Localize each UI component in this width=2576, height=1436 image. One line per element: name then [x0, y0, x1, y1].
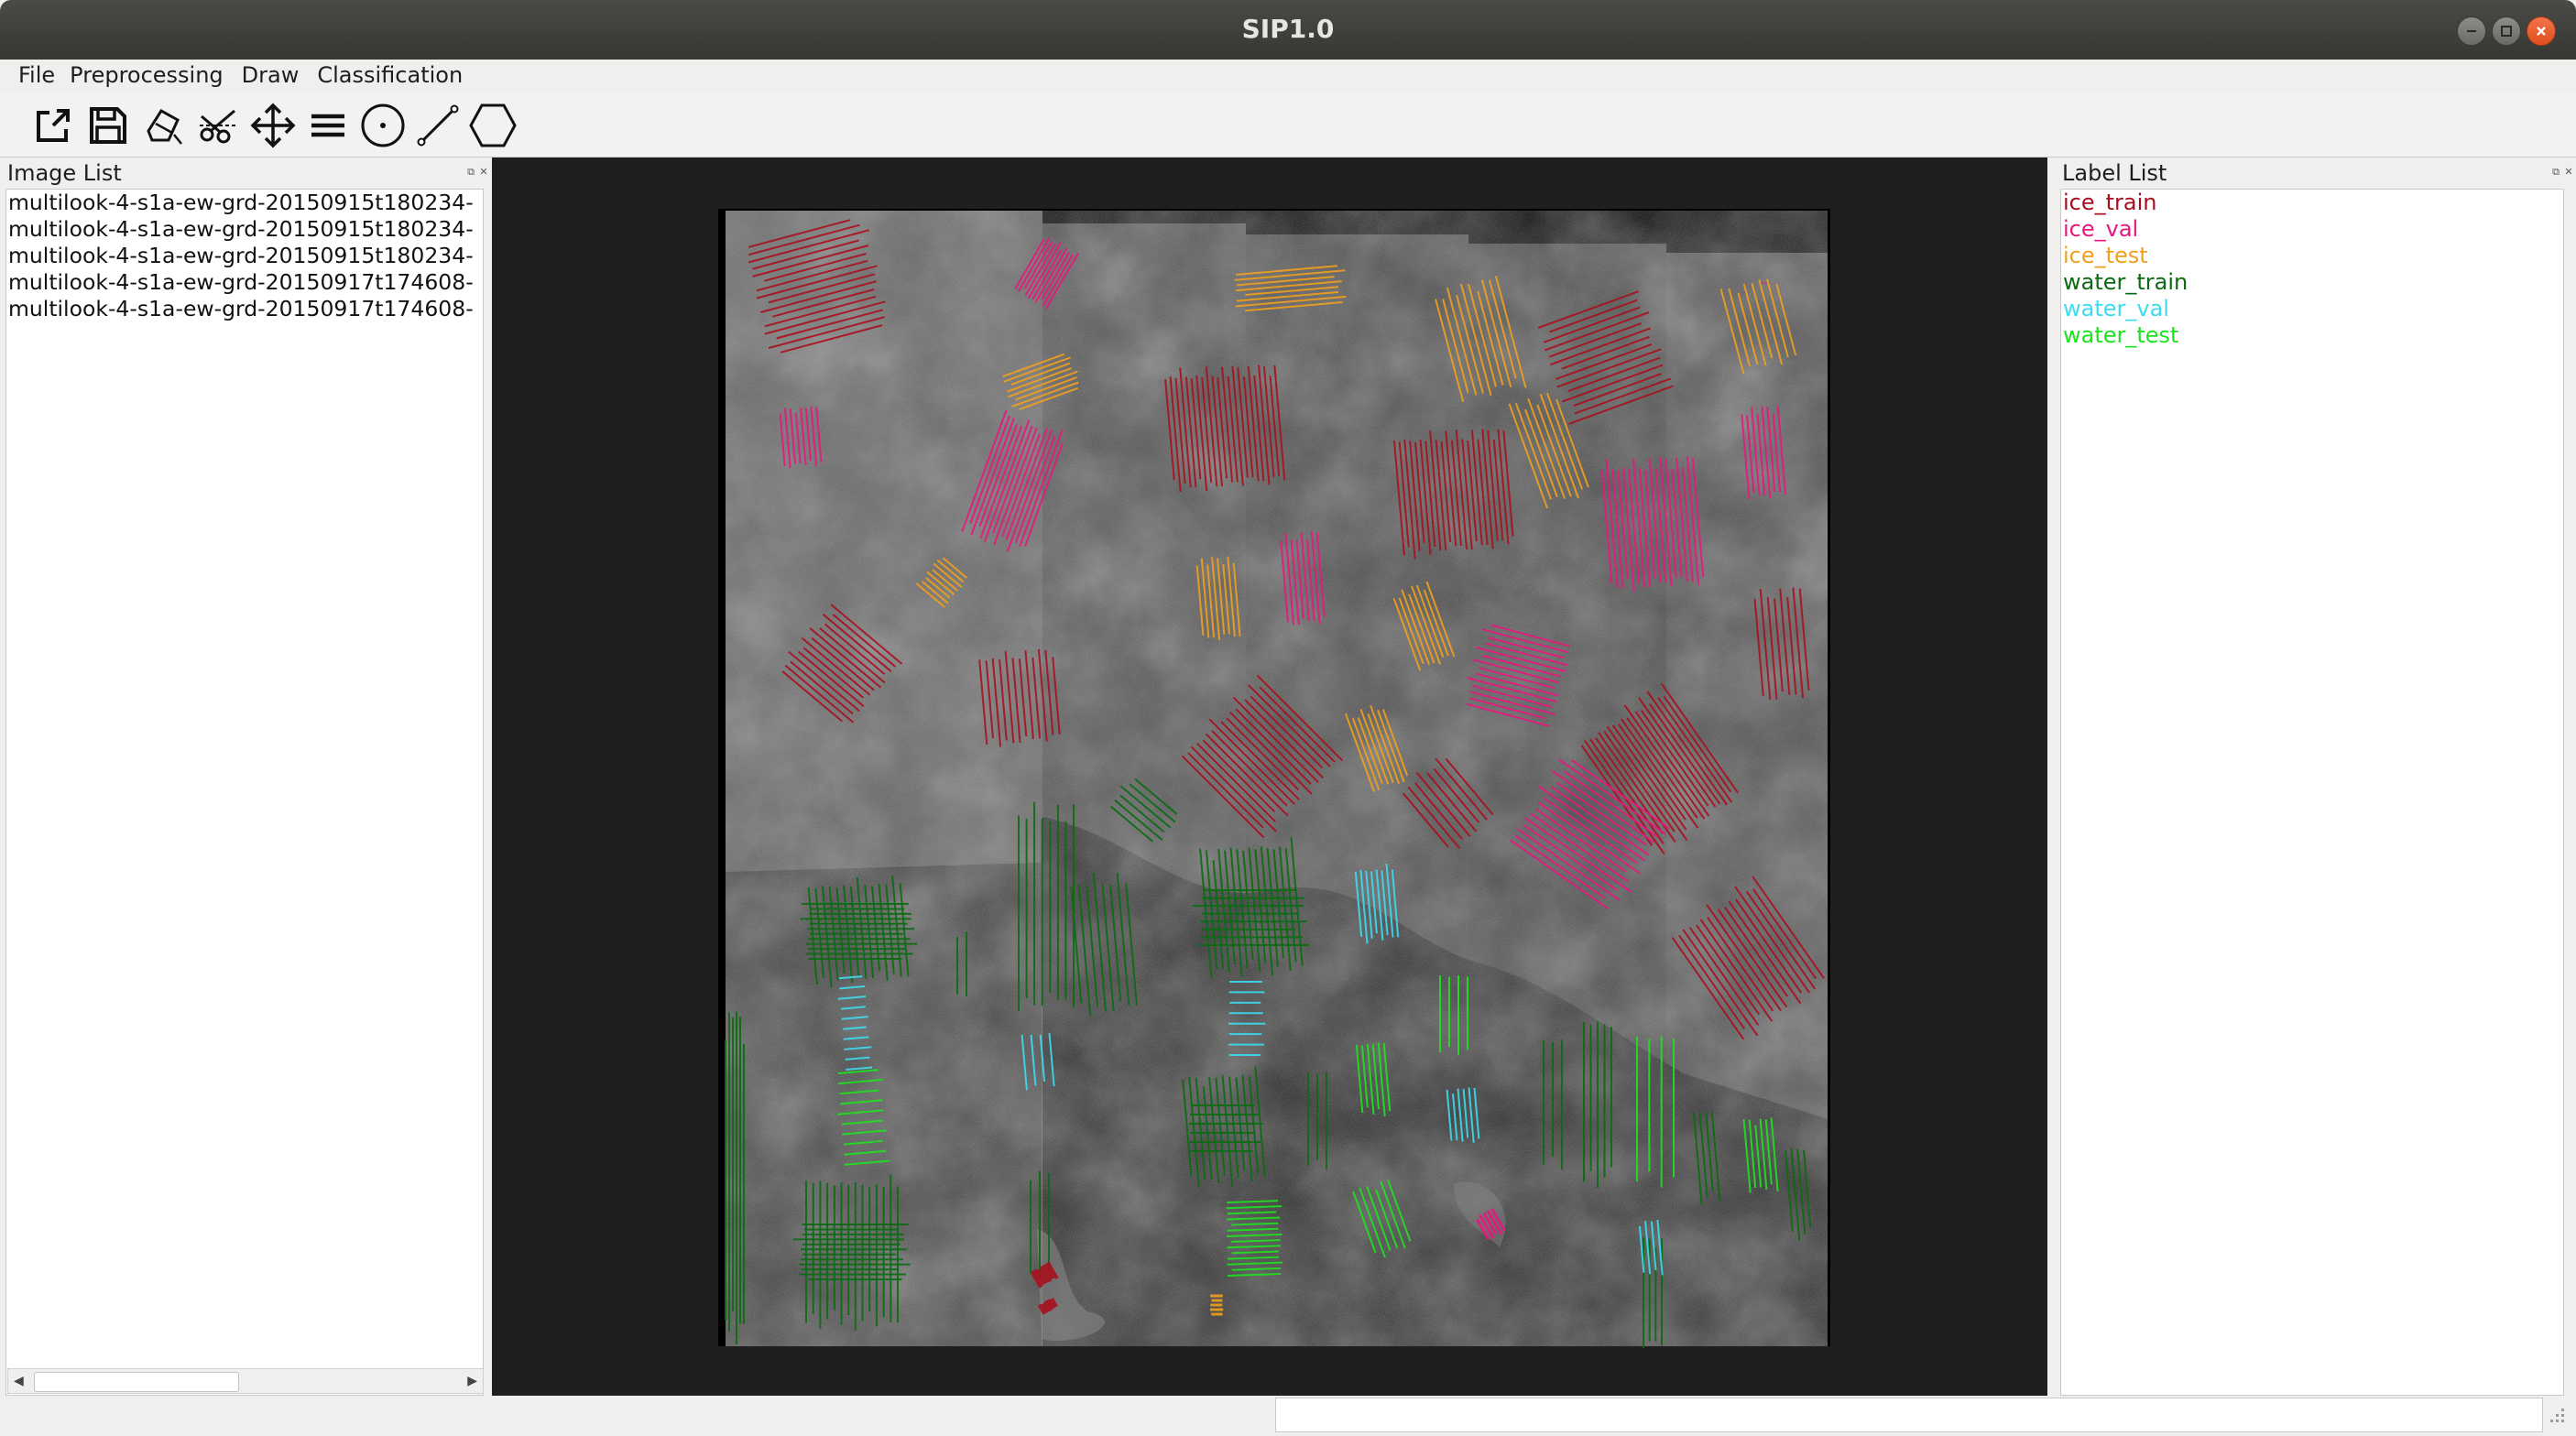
open-button[interactable] — [27, 100, 79, 151]
label-item-water-train[interactable]: water_train — [2061, 269, 2563, 296]
save-icon — [90, 107, 126, 144]
image-list[interactable]: multilook-4-s1a-ew-grd-20150915t180234- … — [5, 189, 484, 1396]
image-canvas[interactable] — [492, 158, 2047, 1396]
point-circle-icon — [361, 103, 405, 147]
image-list-title: Image List — [7, 160, 122, 186]
label-item-ice-val[interactable]: ice_val — [2061, 216, 2563, 243]
scroll-thumb[interactable] — [34, 1372, 239, 1392]
toolbar — [0, 91, 2576, 158]
float-icon[interactable]: ⧉ — [2550, 167, 2561, 178]
close-icon[interactable]: ✕ — [2563, 167, 2574, 178]
lines-button[interactable] — [302, 100, 354, 151]
minimize-icon — [2467, 30, 2476, 32]
move-button[interactable] — [247, 100, 299, 151]
list-item[interactable]: multilook-4-s1a-ew-grd-20150915t180234- — [6, 243, 483, 269]
image-list-panel: Image List ⧉ ✕ multilook-4-s1a-ew-grd-20… — [0, 158, 491, 1396]
list-item[interactable]: multilook-4-s1a-ew-grd-20150917t174608- — [6, 269, 483, 296]
maximize-button[interactable] — [2492, 16, 2521, 46]
menu-classification[interactable]: Classification — [313, 60, 477, 91]
window-title: SIP1.0 — [1241, 14, 1335, 44]
line-button[interactable] — [412, 100, 464, 151]
menu-preprocessing[interactable]: Preprocessing — [66, 60, 238, 91]
label-list[interactable]: ice_train ice_val ice_test water_train water… — [2060, 189, 2564, 1396]
menu-bar: File Preprocessing Draw Classification — [0, 60, 2576, 91]
label-item-ice-test[interactable]: ice_test — [2061, 243, 2563, 269]
cut-button[interactable] — [192, 100, 244, 151]
minimize-button[interactable] — [2457, 16, 2486, 46]
label-list-panel: Label List ⧉ ✕ ice_train ice_val ice_test w… — [2049, 158, 2576, 1396]
label-item-water-test[interactable]: water_test — [2061, 322, 2563, 349]
scroll-right-icon[interactable]: ▶ — [467, 1374, 477, 1388]
list-item[interactable]: multilook-4-s1a-ew-grd-20150915t180234- — [6, 216, 483, 243]
maximize-icon — [2501, 26, 2512, 37]
scroll-left-icon[interactable]: ◀ — [14, 1374, 24, 1388]
label-item-water-val[interactable]: water_val — [2061, 296, 2563, 322]
label-list-title: Label List — [2062, 160, 2167, 186]
resize-grip-icon[interactable] — [2549, 1405, 2567, 1425]
sar-image-view[interactable] — [492, 158, 2047, 1396]
status-field — [1275, 1398, 2543, 1432]
point-button[interactable] — [357, 100, 409, 151]
move-icon — [250, 103, 296, 148]
label-list-controls: ⧉ ✕ — [2550, 167, 2574, 178]
line-segment-icon — [417, 104, 459, 147]
title-bar: SIP1.0 — [0, 0, 2576, 60]
menu-draw[interactable]: Draw — [238, 60, 314, 91]
polygon-button[interactable] — [467, 100, 518, 151]
label-item-ice-train[interactable]: ice_train — [2061, 190, 2563, 216]
status-bar — [0, 1396, 2576, 1436]
list-item[interactable]: multilook-4-s1a-ew-grd-20150915t180234- — [6, 190, 483, 216]
float-icon[interactable]: ⧉ — [465, 167, 476, 178]
close-icon[interactable]: ✕ — [478, 167, 489, 178]
close-button[interactable] — [2527, 16, 2556, 46]
scissors-icon — [200, 109, 236, 144]
horizontal-scrollbar[interactable]: ◀ ▶ — [7, 1368, 484, 1394]
eraser-icon — [147, 109, 182, 145]
save-button[interactable] — [82, 100, 134, 151]
menu-file[interactable]: File — [0, 60, 66, 91]
label-items: ice_train ice_val ice_test water_train water… — [2061, 190, 2563, 349]
close-icon — [2537, 27, 2546, 36]
hexagon-icon — [469, 103, 517, 147]
open-external-icon — [37, 109, 70, 142]
image-list-controls: ⧉ ✕ — [465, 167, 489, 178]
eraser-button[interactable] — [137, 100, 189, 151]
list-item[interactable]: multilook-4-s1a-ew-grd-20150917t174608- — [6, 296, 483, 322]
lines-icon — [311, 114, 344, 137]
